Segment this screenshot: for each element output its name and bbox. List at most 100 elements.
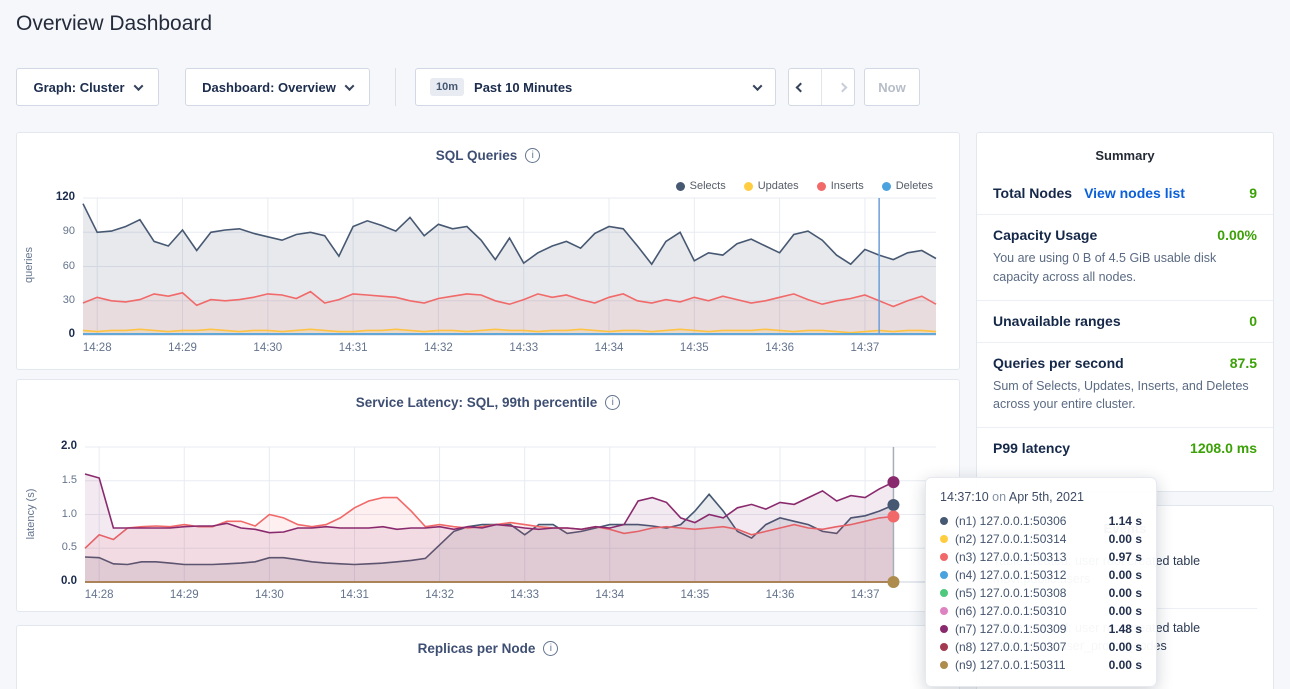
node-dot-icon	[940, 571, 948, 579]
tooltip-row: (n3) 127.0.0.1:50313 0.97 s	[940, 548, 1142, 566]
y-axis-tick-label: 60	[39, 260, 75, 272]
chart-title: SQL Queries	[436, 148, 518, 163]
next-range-button[interactable]	[832, 69, 854, 105]
x-axis-tick-label: 14:34	[580, 589, 640, 601]
node-dot-icon	[940, 643, 948, 651]
tooltip-row: (n9) 127.0.0.1:50311 0.00 s	[940, 656, 1142, 674]
y-axis-tick-label: 0	[39, 328, 75, 340]
time-range-label: Past 10 Minutes	[474, 80, 572, 95]
legend-label: Updates	[758, 180, 799, 192]
x-axis-tick-label: 14:31	[323, 342, 383, 354]
summary-value: 1208.0 ms	[1190, 440, 1257, 456]
x-axis-tick-label: 14:28	[67, 342, 127, 354]
chart-hover-tooltip: 14:37:10 on Apr 5th, 2021 (n1) 127.0.0.1…	[925, 477, 1157, 687]
sql-queries-svg	[83, 198, 936, 335]
tooltip-node-label: (n7) 127.0.0.1:50309	[955, 622, 1066, 636]
y-axis-tick-label: 2.0	[41, 440, 77, 452]
tooltip-node-label: (n6) 127.0.0.1:50310	[955, 604, 1066, 618]
summary-description: You are using 0 B of 4.5 GiB usable disk…	[993, 249, 1257, 287]
tooltip-node-label: (n3) 127.0.0.1:50313	[955, 550, 1066, 564]
prev-range-button[interactable]	[789, 69, 811, 105]
chevron-down-icon	[753, 81, 763, 91]
hover-dot-(n7) 127.0.0.1:50309	[887, 476, 899, 488]
sql-queries-panel: SQL Queries i Selects Updates Inserts Delet…	[16, 132, 960, 370]
y-axis-tick-label: 1.0	[41, 508, 77, 520]
x-axis-tick-label: 14:32	[408, 342, 468, 354]
legend-item-updates[interactable]: Updates	[744, 180, 799, 192]
node-dot-icon	[940, 661, 948, 669]
sql-latency-plot[interactable]	[85, 447, 936, 582]
dashboard-dropdown[interactable]: Dashboard: Overview	[185, 68, 370, 106]
tooltip-rows: (n1) 127.0.0.1:503061.14 s (n2) 127.0.0.1…	[940, 512, 1142, 674]
x-axis-tick-label: 14:34	[579, 342, 639, 354]
tooltip-node-label: (n2) 127.0.0.1:50314	[955, 532, 1066, 546]
tooltip-node-value: 0.00 s	[1109, 568, 1142, 582]
sql-queries-plot[interactable]	[83, 198, 936, 335]
summary-value: 0.00%	[1217, 227, 1257, 243]
summary-row: P99 latency 1208.0 ms	[977, 427, 1273, 469]
y-axis-tick-label: 90	[39, 225, 75, 237]
hover-dot-(n9) 127.0.0.1:50311	[887, 576, 899, 588]
time-range-badge: 10m	[430, 78, 464, 96]
node-dot-icon	[940, 589, 948, 597]
summary-row-header: Capacity Usage 0.00%	[993, 227, 1257, 243]
summary-value: 0	[1249, 313, 1257, 329]
tooltip-row: (n1) 127.0.0.1:503061.14 s	[940, 512, 1142, 530]
tooltip-row: (n4) 127.0.0.1:503120.00 s	[940, 566, 1142, 584]
legend-item-selects[interactable]: Selects	[676, 180, 726, 192]
tooltip-node-value: 0.00 s	[1109, 604, 1142, 618]
time-step-buttons	[788, 68, 855, 106]
node-dot-icon	[940, 607, 948, 615]
info-icon[interactable]: i	[525, 148, 540, 163]
node-dot-icon	[940, 625, 948, 633]
tooltip-row: (n7) 127.0.0.1:50309 1.48 s	[940, 620, 1142, 638]
tooltip-node-value: 1.48 s	[1109, 622, 1142, 636]
legend-label: Selects	[690, 180, 726, 192]
tooltip-node-label: (n9) 127.0.0.1:50311	[955, 658, 1066, 672]
tooltip-node-value: 0.00 s	[1109, 586, 1142, 600]
now-button-label: Now	[878, 80, 905, 95]
summary-title: Summary	[977, 133, 1273, 173]
button-separator	[821, 69, 822, 105]
x-axis-tick-label: 14:29	[154, 589, 214, 601]
dashboard-dropdown-label: Dashboard: Overview	[202, 80, 336, 95]
legend-item-inserts[interactable]: Inserts	[817, 180, 864, 192]
page-title: Overview Dashboard	[16, 12, 212, 36]
y-axis-tick-label: 0.0	[41, 575, 77, 587]
x-axis-tick-label: 14:35	[665, 589, 725, 601]
summary-row-header: Total NodesView nodes list9	[993, 185, 1257, 201]
now-button[interactable]: Now	[864, 68, 920, 106]
legend-label: Inserts	[831, 180, 864, 192]
summary-label: P99 latency	[993, 440, 1070, 456]
replicas-per-node-panel: Replicas per Node i	[16, 625, 960, 689]
chevron-down-icon	[344, 81, 354, 91]
graph-dropdown[interactable]: Graph: Cluster	[16, 68, 159, 106]
tooltip-row: (n5) 127.0.0.1:503080.00 s	[940, 584, 1142, 602]
node-dot-icon	[940, 553, 948, 561]
hover-dot-(n3) 127.0.0.1:50313	[887, 511, 899, 523]
overview-dashboard-page: Overview Dashboard Graph: Cluster Dashbo…	[0, 0, 1290, 689]
tooltip-node-label: (n1) 127.0.0.1:50306	[955, 514, 1066, 528]
tooltip-row: (n6) 127.0.0.1:50310 0.00 s	[940, 602, 1142, 620]
legend-item-deletes[interactable]: Deletes	[882, 180, 933, 192]
summary-label: Capacity Usage	[993, 227, 1097, 243]
summary-label: Queries per second	[993, 355, 1124, 371]
tooltip-node-value: 0.00 s	[1109, 658, 1142, 672]
tooltip-row: (n8) 127.0.0.1:503070.00 s	[940, 638, 1142, 656]
view-nodes-list-link[interactable]: View nodes list	[1084, 185, 1185, 201]
info-icon[interactable]: i	[605, 395, 620, 410]
x-axis-tick-label: 14:29	[153, 342, 213, 354]
info-icon[interactable]: i	[543, 641, 558, 656]
summary-row-header: P99 latency 1208.0 ms	[993, 440, 1257, 456]
legend-label: Deletes	[896, 180, 933, 192]
graph-dropdown-label: Graph: Cluster	[33, 80, 124, 95]
summary-label: Total Nodes	[993, 185, 1072, 201]
time-range-dropdown[interactable]: 10m Past 10 Minutes	[415, 68, 776, 106]
toolbar-divider	[395, 68, 396, 106]
y-axis-title: latency (s)	[25, 474, 37, 554]
y-axis-tick-label: 120	[39, 191, 75, 203]
tooltip-node-value: 0.97 s	[1109, 550, 1142, 564]
x-axis-tick-label: 14:35	[664, 342, 724, 354]
summary-value: 87.5	[1230, 355, 1257, 371]
chart-legend: Selects Updates Inserts Deletes	[676, 180, 933, 192]
